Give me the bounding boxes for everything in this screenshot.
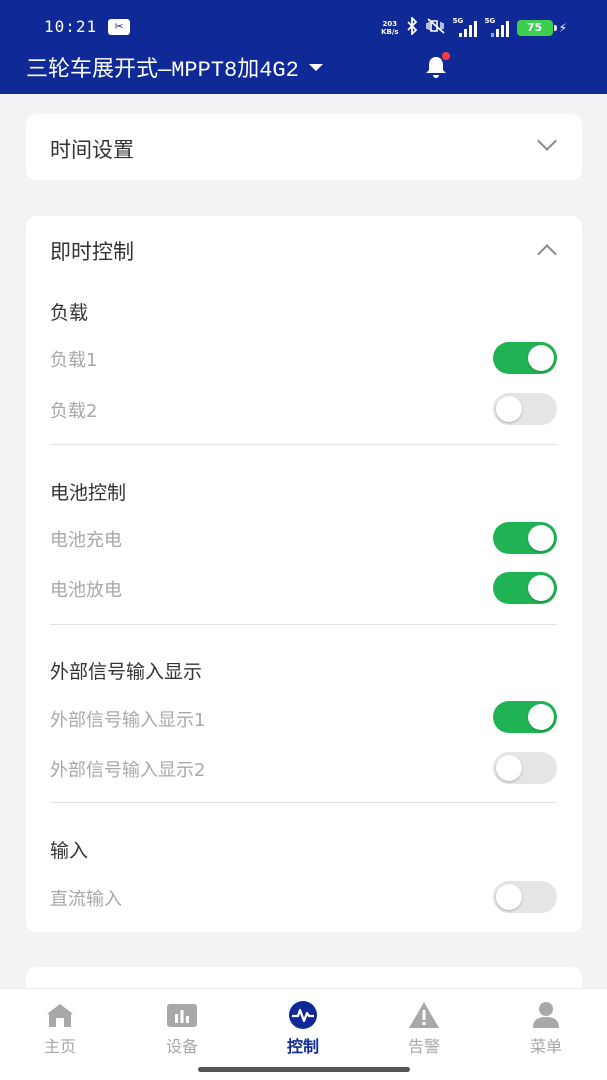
time-settings-card[interactable]: 时间设置	[26, 114, 582, 180]
charging-bolt-icon: ⚡	[558, 21, 567, 35]
alarm-icon	[408, 1001, 440, 1029]
status-time: 10:21	[44, 17, 98, 36]
tab-alarm-label: 告警	[407, 1037, 440, 1056]
device-selector[interactable]: 三轮车展开式—MPPT8加4G2	[26, 50, 323, 84]
section-title-input: 输入	[50, 840, 89, 862]
device-title: 三轮车展开式—MPPT8加4G2	[26, 58, 299, 83]
instant-control-card: 即时控制 负载 负载1 负载2 电池控制 电池充电 电池放电 外部信号输入显示 …	[26, 216, 582, 932]
network-speed-value: 203	[382, 20, 398, 28]
row-label-dc-input: 直流输入	[50, 889, 122, 910]
row-label-battery-charge: 电池充电	[50, 530, 122, 551]
toggle-battery-discharge[interactable]	[493, 572, 557, 604]
instant-control-title[interactable]: 即时控制	[50, 236, 134, 266]
signal-strength-1-icon: 5G	[452, 17, 479, 37]
row-label-battery-discharge: 电池放电	[50, 580, 122, 601]
section-title-battery-control: 电池控制	[50, 482, 127, 504]
battery-indicator: 75	[516, 20, 557, 36]
row-label-external-signal-1: 外部信号输入显示1	[50, 710, 206, 731]
divider	[50, 444, 557, 445]
home-indicator[interactable]	[198, 1067, 410, 1072]
home-icon	[44, 1001, 76, 1029]
toggle-external-signal-1[interactable]	[493, 701, 557, 733]
tab-device[interactable]: 设备	[142, 1001, 222, 1057]
app-header: 10:21 ✂ 203 KB/s 5G 5G 75 ⚡ 三轮车展开式—MPPT8…	[0, 0, 607, 94]
device-icon	[166, 1001, 198, 1029]
status-bar: 10:21 ✂ 203 KB/s 5G 5G 75 ⚡	[0, 14, 607, 42]
chevron-down-icon	[308, 63, 323, 71]
scissors-icon: ✂	[108, 19, 130, 35]
toggle-load-2[interactable]	[493, 393, 557, 425]
signal-2-label: 5G	[484, 17, 496, 25]
tab-control[interactable]: 控制	[263, 1001, 343, 1057]
signal-1-label: 5G	[452, 17, 464, 25]
bluetooth-icon	[405, 15, 419, 40]
mute-vibrate-icon	[425, 17, 447, 40]
toggle-load-1[interactable]	[493, 342, 557, 374]
divider	[50, 624, 557, 625]
tab-menu-label: 菜单	[529, 1037, 562, 1056]
tab-control-label: 控制	[286, 1037, 319, 1056]
tab-menu[interactable]: 菜单	[506, 1001, 586, 1057]
tab-home[interactable]: 主页	[20, 1001, 100, 1057]
status-icons: 203 KB/s 5G 5G 75 ⚡	[381, 15, 567, 40]
row-label-load-1: 负载1	[50, 350, 98, 371]
row-label-load-2: 负载2	[50, 401, 98, 422]
toggle-battery-charge[interactable]	[493, 522, 557, 554]
chevron-down-icon[interactable]	[537, 131, 557, 151]
tab-home-label: 主页	[43, 1037, 76, 1056]
tab-device-label: 设备	[165, 1037, 198, 1056]
notification-bell-icon[interactable]	[423, 52, 450, 80]
tab-alarm[interactable]: 告警	[384, 1001, 464, 1057]
row-label-external-signal-2: 外部信号输入显示2	[50, 760, 206, 781]
divider	[50, 802, 557, 803]
notification-dot	[442, 52, 450, 60]
signal-strength-2-icon: 5G	[484, 17, 511, 37]
section-title-external-signal: 外部信号输入显示	[50, 661, 203, 683]
network-speed-unit: KB/s	[381, 28, 399, 36]
section-title-load: 负载	[50, 302, 89, 324]
user-menu-icon	[530, 1001, 562, 1029]
control-icon	[287, 1001, 319, 1029]
toggle-dc-input[interactable]	[493, 881, 557, 913]
chevron-up-icon[interactable]	[537, 244, 557, 264]
network-speed: 203 KB/s	[381, 20, 398, 36]
time-settings-title: 时间设置	[50, 138, 134, 162]
toggle-external-signal-2[interactable]	[493, 752, 557, 784]
